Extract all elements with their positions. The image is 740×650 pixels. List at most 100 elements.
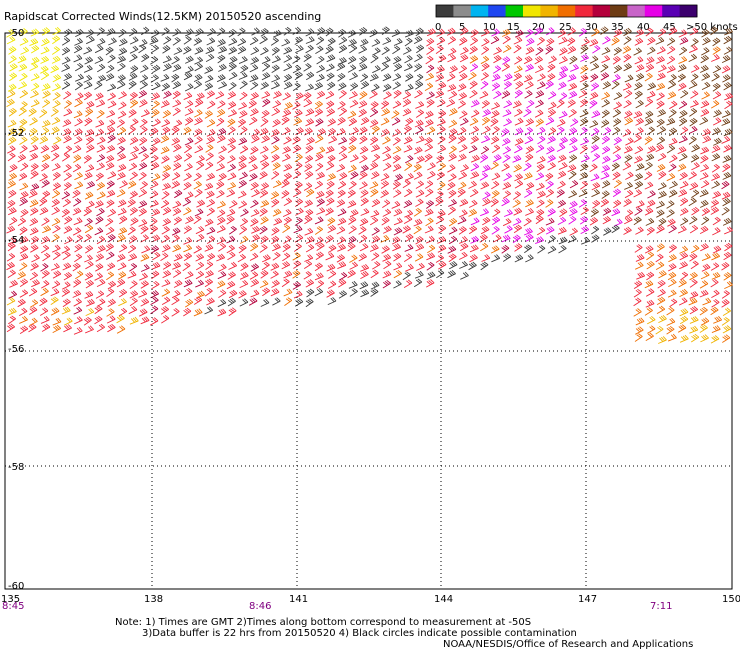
wind-barb-staff <box>721 68 731 74</box>
wind-barb-staff <box>96 211 105 217</box>
wind-barb-staff <box>667 94 676 100</box>
wind-barb-staff <box>435 48 444 54</box>
wind-barb-staff <box>547 66 556 73</box>
wind-barb-staff <box>217 220 226 226</box>
wind-barb-staff <box>261 164 270 170</box>
wind-barb-staff <box>315 48 324 54</box>
wind-barb-staff <box>678 138 688 144</box>
wind-barb-staff <box>325 192 334 199</box>
wind-barb-staff <box>151 112 160 118</box>
wind-barb-staff <box>492 211 501 218</box>
wind-barb-staff <box>250 212 260 217</box>
wind-barb-staff <box>646 49 656 55</box>
wind-barb-staff <box>370 57 379 64</box>
wind-barb-staff <box>171 183 180 189</box>
wind-barb-staff <box>19 121 28 128</box>
wind-barb-staff <box>425 191 434 198</box>
wind-barb-staff <box>117 65 126 72</box>
wind-barb-staff <box>127 202 136 208</box>
wind-barb-staff <box>227 104 237 110</box>
wind-barb-staff <box>119 183 128 189</box>
wind-barb-staff <box>645 101 654 107</box>
wind-barb-staff <box>271 111 280 117</box>
wind-barb-staff <box>490 139 500 145</box>
wind-barb-staff <box>30 93 39 99</box>
wind-barb-staff <box>171 129 180 136</box>
wind-barb-staff <box>18 84 27 90</box>
wind-barb-staff <box>404 176 414 181</box>
wind-barb-staff <box>559 211 568 217</box>
wind-barb-staff <box>52 95 61 101</box>
wind-barb-staff <box>106 202 115 208</box>
wind-barb-staff <box>413 210 422 217</box>
wind-barb-staff <box>644 121 654 126</box>
wind-barb-staff <box>172 204 182 209</box>
wind-barb-staff <box>634 149 643 155</box>
wind-barb-staff <box>414 57 423 62</box>
wind-barb-staff <box>523 59 533 65</box>
wind-barb-staff <box>469 66 479 72</box>
wind-barb-staff <box>601 95 610 100</box>
wind-barb-staff <box>449 68 458 74</box>
wind-barb-staff <box>416 47 425 54</box>
wind-barb-staff <box>391 32 401 38</box>
wind-barb-staff <box>303 56 312 62</box>
wind-barb-staff <box>403 148 413 153</box>
wind-barb-staff <box>623 201 632 207</box>
wind-barb-staff <box>218 176 227 182</box>
wind-barb-staff <box>41 41 50 47</box>
wind-barb-staff <box>349 102 359 108</box>
wind-barb-staff <box>458 212 468 218</box>
wind-barb-staff <box>392 84 401 90</box>
wind-barb-staff <box>381 59 391 65</box>
colorbar-swatch <box>592 5 611 17</box>
wind-barb-staff <box>50 111 59 117</box>
wind-barb-staff <box>535 49 544 56</box>
wind-barb-staff <box>314 111 323 117</box>
wind-barb-staff <box>536 159 546 164</box>
wind-barb-staff <box>568 193 577 199</box>
wind-barb-staff <box>184 120 194 126</box>
wind-barb-staff <box>64 148 73 155</box>
wind-barb-staff <box>240 211 249 217</box>
wind-barb-staff <box>481 41 490 47</box>
wind-barb-staff <box>601 193 610 199</box>
wind-barb-staff <box>41 130 50 136</box>
wind-barb-staff <box>701 85 711 91</box>
wind-barb-staff <box>612 174 621 181</box>
wind-barb-staff <box>383 94 392 100</box>
wind-barb-staff <box>272 103 281 109</box>
wind-barb-staff <box>96 148 106 153</box>
wind-barb-staff <box>149 184 159 189</box>
wind-barb-staff <box>556 102 565 109</box>
wind-barb-staff <box>326 200 335 206</box>
wind-barb-staff <box>83 157 92 164</box>
wind-barb-staff <box>18 175 28 181</box>
wind-barb-staff <box>392 48 401 55</box>
wind-barb-staff <box>228 75 238 81</box>
wind-barb-staff <box>547 211 556 217</box>
wind-barb-staff <box>138 211 147 217</box>
wind-barb-staff <box>141 112 150 118</box>
wind-barb-staff <box>545 83 554 90</box>
wind-barb-staff <box>216 166 225 172</box>
wind-barb-staff <box>644 174 653 181</box>
wind-barb-staff <box>325 48 334 55</box>
wind-barb-staff <box>9 75 18 82</box>
wind-barb-staff <box>75 77 84 82</box>
wind-barb-staff <box>328 139 337 144</box>
wind-barb-staff <box>382 86 392 92</box>
wind-barb-staff <box>611 165 620 172</box>
wind-barb-staff <box>326 111 335 117</box>
wind-barb-staff <box>460 120 469 126</box>
wind-barb-staff <box>437 165 446 172</box>
wind-barb-staff <box>633 137 642 143</box>
wind-barb-staff <box>238 183 247 189</box>
wind-barb-staff <box>29 120 38 126</box>
wind-barb-staff <box>228 41 238 46</box>
wind-barb-staff <box>228 65 237 72</box>
wind-barb-staff <box>656 139 665 145</box>
wind-barb-staff <box>194 191 203 198</box>
wind-barb-staff <box>491 113 500 119</box>
wind-barb-staff <box>282 212 292 218</box>
